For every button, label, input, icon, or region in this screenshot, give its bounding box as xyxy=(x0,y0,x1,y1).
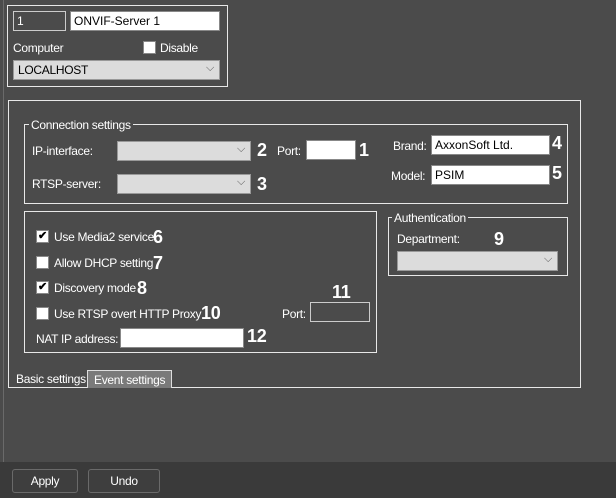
callout-2: 2 xyxy=(257,140,267,160)
rtsp-server-select[interactable]: ⌵ xyxy=(117,174,251,194)
callout-5: 5 xyxy=(552,163,562,183)
rtsp-proxy-checkbox[interactable] xyxy=(36,307,49,320)
rtsp-proxy-label: Use RTSP overt HTTP Proxy xyxy=(54,307,202,321)
undo-button[interactable]: Undo xyxy=(88,469,160,493)
dhcp-checkbox[interactable] xyxy=(36,256,49,269)
callout-4: 4 xyxy=(552,133,562,153)
ip-interface-label: IP-interface: xyxy=(32,144,93,158)
apply-button[interactable]: Apply xyxy=(12,469,78,493)
port-label: Port: xyxy=(277,144,301,158)
tab-basic-settings[interactable]: Basic settings xyxy=(16,372,86,386)
media2-checkbox[interactable]: ✔ xyxy=(36,230,49,243)
callout-11: 11 xyxy=(332,282,351,302)
tab-event-settings[interactable]: Event settings xyxy=(87,370,173,388)
connection-settings-title: Connection settings xyxy=(29,118,133,132)
proxy-port-label: Port: xyxy=(282,307,306,321)
department-label: Department: xyxy=(397,232,460,246)
authentication-title: Authentication xyxy=(392,211,468,225)
callout-8: 8 xyxy=(137,278,147,298)
left-border xyxy=(3,0,4,462)
dhcp-label: Allow DHCP setting xyxy=(54,256,154,270)
chevron-down-icon: ⌵ xyxy=(236,143,245,155)
proxy-port-field[interactable] xyxy=(310,302,370,322)
chevron-down-icon: ⌵ xyxy=(236,176,245,188)
callout-3: 3 xyxy=(257,174,267,194)
object-id-field[interactable] xyxy=(13,11,66,31)
callout-6: 6 xyxy=(153,227,163,247)
callout-12: 12 xyxy=(247,326,267,346)
computer-select[interactable]: LOCALHOST ⌵ xyxy=(13,60,220,80)
disable-checkbox[interactable] xyxy=(143,41,156,54)
media2-label: Use Media2 service xyxy=(54,230,154,244)
nat-ip-label: NAT IP address: xyxy=(36,332,119,346)
discovery-checkbox[interactable]: ✔ xyxy=(36,281,49,294)
callout-1: 1 xyxy=(359,140,369,160)
ip-interface-select[interactable]: ⌵ xyxy=(117,141,251,161)
rtsp-server-label: RTSP-server: xyxy=(32,177,101,191)
model-label: Model: xyxy=(391,169,426,183)
nat-ip-field[interactable] xyxy=(120,328,244,348)
brand-field[interactable] xyxy=(431,135,550,155)
computer-value: LOCALHOST xyxy=(18,63,88,77)
discovery-label: Discovery mode xyxy=(54,281,136,295)
disable-label: Disable xyxy=(160,41,198,55)
model-field[interactable] xyxy=(431,165,550,185)
brand-label: Brand: xyxy=(393,139,427,153)
callout-10: 10 xyxy=(201,303,221,323)
callout-7: 7 xyxy=(153,253,163,273)
computer-label: Computer xyxy=(13,41,64,55)
chevron-down-icon: ⌵ xyxy=(543,253,552,265)
port-field[interactable] xyxy=(306,140,356,160)
chevron-down-icon: ⌵ xyxy=(205,62,214,74)
object-name-field[interactable] xyxy=(70,11,220,31)
callout-9: 9 xyxy=(494,229,504,249)
department-select[interactable]: ⌵ xyxy=(397,251,558,271)
